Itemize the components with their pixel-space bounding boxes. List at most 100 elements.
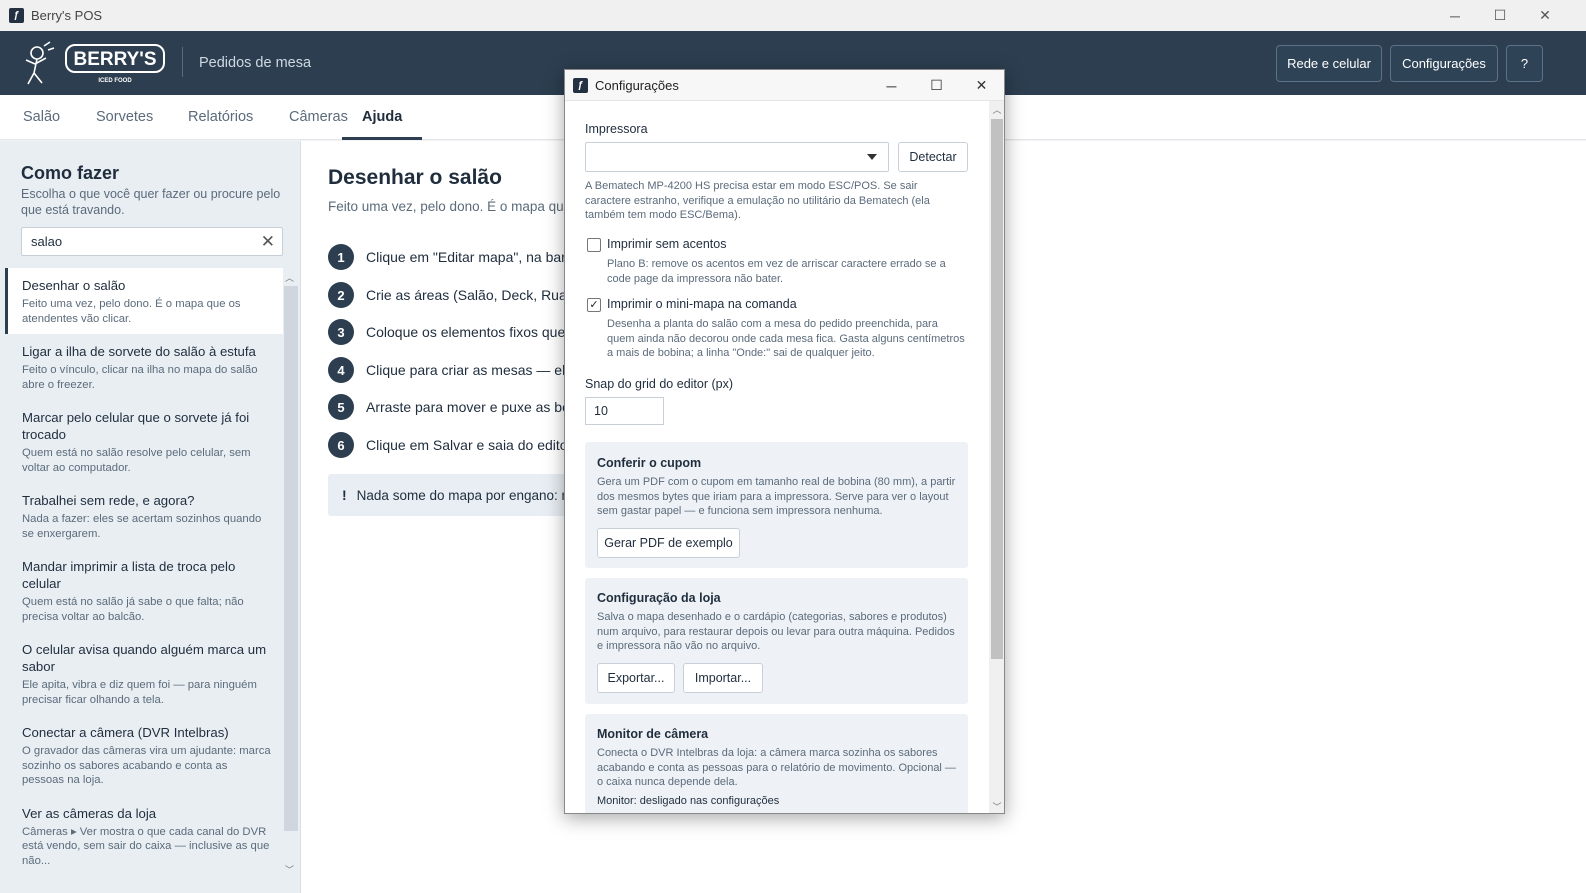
list-item-title: Ver as câmeras da loja: [22, 805, 157, 821]
scroll-down-icon[interactable]: ﹀: [989, 798, 1004, 813]
dialog-minimize-button[interactable]: ─: [869, 70, 914, 101]
help-sidebar: Como fazer Escolha o que você quer fazer…: [0, 141, 301, 893]
step-number: 1: [328, 244, 354, 270]
header-divider: [182, 47, 183, 77]
logo-tagline: ICED FOOD: [98, 78, 132, 84]
dialog-scrollbar[interactable]: ︿ ﹀: [989, 101, 1004, 813]
step-text: Clique para criar as mesas — ela: [366, 362, 573, 378]
step-text: Clique em "Editar mapa", na bar: [366, 249, 566, 265]
import-button[interactable]: Importar...: [683, 663, 763, 693]
sidebar-intro: Escolha o que você quer fazer ou procure…: [21, 187, 281, 217]
step-item: 2 Crie as áreas (Salão, Deck, Rua): [328, 282, 571, 308]
no-accents-help: Plano B: remove os acentos em vez de arr…: [607, 258, 946, 285]
berrys-logo: BERRY'S ICED FOOD: [25, 41, 165, 85]
header-subtitle: Pedidos de mesa: [199, 55, 312, 71]
coupon-card: Conferir o cupom Gera um PDF com o cupom…: [585, 442, 968, 568]
detect-button[interactable]: Detectar: [898, 142, 968, 172]
printer-help: A Bematech MP-4200 HS precisa estar em m…: [585, 180, 930, 221]
step-number: 4: [328, 357, 354, 383]
settings-dialog: ƒ Configurações ─ ☐ ✕ Impressora Detecta…: [564, 69, 1005, 814]
printer-select[interactable]: [585, 142, 889, 172]
list-item[interactable]: Trabalhei sem rede, e agora? Nada a faze…: [5, 483, 283, 549]
export-button[interactable]: Exportar...: [597, 663, 675, 693]
list-item-title: Ligar a ilha de sorvete do salão à estuf…: [22, 344, 256, 359]
coupon-desc: Gera um PDF com o cupom em tamanho real …: [597, 476, 956, 517]
list-item-title: O celular avisa quando alguém marca um s…: [22, 642, 267, 674]
minimap-help: Desenha a planta do salão com a mesa do …: [607, 318, 965, 359]
step-item: 1 Clique em "Editar mapa", na bar: [328, 244, 566, 270]
logo-wordmark: BERRY'S: [74, 49, 157, 70]
dialog-maximize-button[interactable]: ☐: [914, 70, 959, 101]
list-item-title: Trabalhei sem rede, e agora?: [22, 493, 195, 508]
step-text: Crie as áreas (Salão, Deck, Rua): [366, 287, 572, 303]
tab-ajuda[interactable]: Ajuda: [342, 95, 423, 140]
list-item[interactable]: Ligar a ilha de sorvete do salão à estuf…: [5, 334, 283, 400]
minimap-checkbox[interactable]: ✓: [587, 298, 601, 312]
camera-monitor-status: Monitor: desligado nas configurações: [597, 795, 780, 807]
list-item[interactable]: O celular avisa quando alguém marca um s…: [5, 632, 283, 715]
list-item-title: Conectar a câmera (DVR Intelbras): [22, 725, 229, 740]
help-topic-list: Desenhar o salão Feito uma vez, pelo don…: [5, 268, 283, 876]
app-titlebar: ƒ Berry's POS ─ ☐ ✕: [0, 0, 1586, 31]
scroll-up-icon[interactable]: ︿: [989, 101, 1004, 117]
clear-search-icon[interactable]: ✕: [261, 232, 275, 252]
step-number: 2: [328, 282, 354, 308]
chevron-down-icon: [867, 154, 877, 160]
list-item-desc: Feito o vínculo, clicar na ilha no mapa …: [22, 364, 258, 391]
list-item[interactable]: Mandar imprimir a lista de troca pelo ce…: [5, 549, 283, 632]
minimap-label[interactable]: Imprimir o mini-mapa na comanda: [607, 297, 797, 311]
snap-label: Snap do grid do editor (px): [585, 377, 734, 391]
search-input[interactable]: salao ✕: [21, 227, 283, 256]
sidebar-scrollbar[interactable]: [284, 286, 298, 831]
step-number: 3: [328, 319, 354, 345]
list-item-desc: O gravador das câmeras vira um ajudante:…: [22, 745, 271, 786]
store-config-card: Configuração da loja Salva o mapa desenh…: [585, 578, 968, 704]
step-item: 3 Coloque os elementos fixos que: [328, 319, 565, 345]
dialog-body: Impressora Detectar A Bematech MP-4200 H…: [565, 101, 989, 813]
app-icon: ƒ: [9, 8, 24, 23]
list-item-desc: Quem está no salão já sabe o que falta; …: [22, 596, 244, 623]
settings-button[interactable]: Configurações: [1390, 45, 1498, 82]
network-button[interactable]: Rede e celular: [1276, 45, 1382, 82]
dialog-scrollbar-thumb[interactable]: [991, 119, 1003, 659]
search-value: salao: [31, 234, 63, 249]
tab-relatorios[interactable]: Relatórios: [188, 95, 253, 140]
list-item-title: Marcar pelo celular que o sorvete já foi…: [22, 410, 250, 442]
snap-input[interactable]: 10: [585, 397, 664, 425]
generate-pdf-button[interactable]: Gerar PDF de exemplo: [597, 528, 740, 558]
maximize-button[interactable]: ☐: [1477, 0, 1523, 31]
camera-monitor-title: Monitor de câmera: [597, 727, 709, 741]
store-config-title: Configuração da loja: [597, 591, 721, 605]
list-item-desc: Ele apita, vibra e diz quem foi — para n…: [22, 679, 257, 706]
list-item[interactable]: Conectar a câmera (DVR Intelbras) O grav…: [5, 715, 283, 796]
step-text: Coloque os elementos fixos que: [366, 324, 566, 340]
list-item-desc: Quem está no salão resolve pelo celular,…: [22, 447, 251, 474]
minimize-button[interactable]: ─: [1432, 0, 1478, 31]
step-number: 5: [328, 394, 354, 420]
list-item[interactable]: Ver as câmeras da loja Câmeras ▸ Ver mos…: [5, 796, 283, 877]
tab-salao[interactable]: Salão: [23, 95, 60, 140]
dialog-titlebar: ƒ Configurações ─ ☐ ✕: [565, 70, 1004, 101]
scroll-down-icon[interactable]: ﹀: [285, 863, 294, 876]
page-title: Desenhar o salão: [328, 166, 502, 189]
list-item[interactable]: Desenhar o salão Feito uma vez, pelo don…: [5, 268, 283, 334]
tab-sorvetes[interactable]: Sorvetes: [96, 95, 153, 140]
store-config-desc: Salva o mapa desenhado e o cardápio (cat…: [597, 611, 955, 652]
camera-monitor-card: Monitor de câmera Conecta o DVR Intelbra…: [585, 714, 968, 813]
dialog-title: Configurações: [595, 77, 679, 93]
step-text: Arraste para mover e puxe as bo: [366, 399, 570, 415]
close-button[interactable]: ✕: [1522, 0, 1568, 31]
help-button[interactable]: ?: [1506, 45, 1543, 82]
list-item-desc: Nada a fazer: eles se acertam sozinhos q…: [22, 513, 262, 540]
page-lead: Feito uma vez, pelo dono. É o mapa que: [328, 199, 572, 214]
no-accents-checkbox[interactable]: [587, 238, 601, 252]
warning-icon: !: [342, 487, 347, 503]
scroll-up-icon[interactable]: ︿: [285, 271, 294, 284]
dialog-close-button[interactable]: ✕: [959, 70, 1004, 101]
tab-cameras[interactable]: Câmeras: [289, 95, 348, 140]
step-text: Clique em Salvar e saia do edito: [366, 437, 568, 453]
printer-label: Impressora: [585, 122, 648, 136]
no-accents-label[interactable]: Imprimir sem acentos: [607, 237, 726, 251]
step-item: 5 Arraste para mover e puxe as bo: [328, 394, 570, 420]
list-item[interactable]: Marcar pelo celular que o sorvete já foi…: [5, 400, 283, 483]
